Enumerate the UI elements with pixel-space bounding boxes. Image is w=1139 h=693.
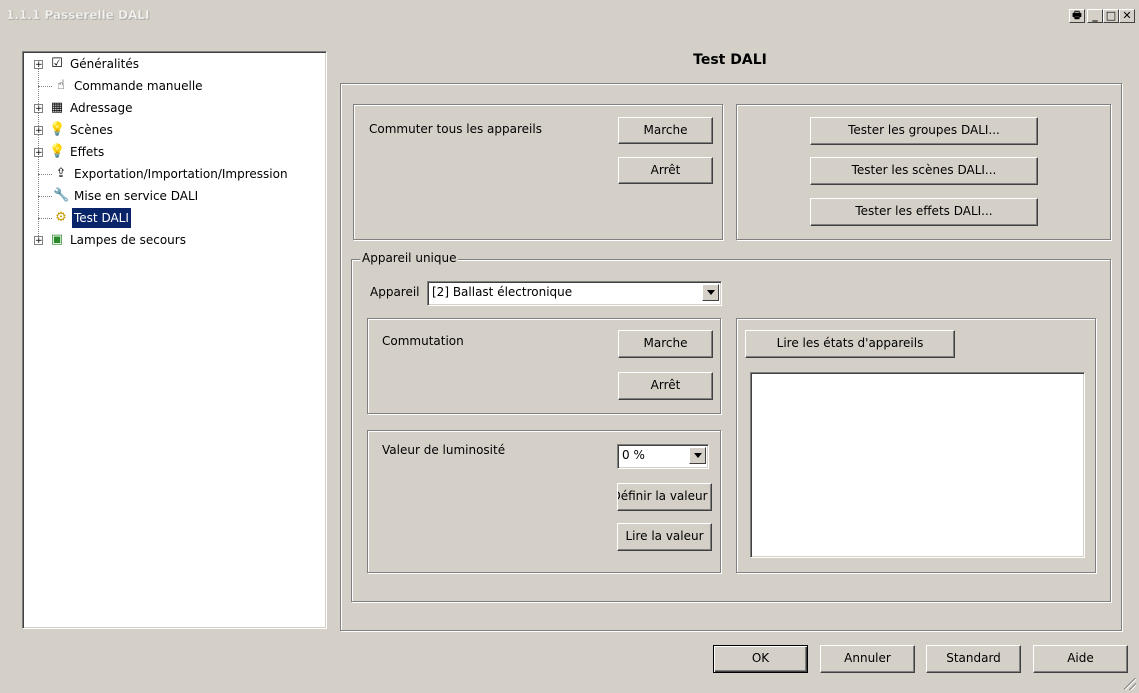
resize-grip-icon[interactable] <box>1124 678 1136 690</box>
expand-icon[interactable]: + <box>34 236 43 246</box>
read-value-button[interactable]: Lire la valeur <box>617 523 712 551</box>
switching-label: Commutation <box>382 334 464 348</box>
expand-icon[interactable]: + <box>34 104 43 114</box>
cancel-button[interactable]: Annuler <box>820 645 915 673</box>
all-off-button[interactable]: Arrêt <box>618 157 713 184</box>
minimize-button[interactable]: _ <box>1087 9 1103 23</box>
grid-icon: ▦ <box>50 100 64 115</box>
bulb-icon: 💡 <box>49 122 66 137</box>
standard-button[interactable]: Standard <box>926 645 1021 673</box>
brightness-select[interactable]: 0 % <box>617 444 709 469</box>
device-off-button[interactable]: Arrêt <box>618 372 713 400</box>
window-title: 1.1.1 Passerelle DALI <box>6 8 150 22</box>
test-groups-button[interactable]: Tester les groupes DALI... <box>810 117 1038 145</box>
single-device-legend: Appareil unique <box>360 251 459 265</box>
checklist-icon: ☑ <box>51 56 63 71</box>
navigation-tree[interactable]: + ☑ Généralités ☝ Commande manuelle + ▦ … <box>22 51 327 629</box>
page-title: Test DALI <box>693 52 767 68</box>
print-icon[interactable]: 🖶 <box>1069 9 1085 23</box>
brightness-label: Valeur de luminosité <box>382 443 506 457</box>
expand-icon[interactable]: + <box>34 60 43 70</box>
device-select[interactable]: [2] Ballast électronique <box>427 281 722 306</box>
set-value-button[interactable]: Définir la valeur <box>617 483 712 511</box>
gear-icon: ⚙ <box>55 210 67 225</box>
maximize-button[interactable]: □ <box>1103 9 1119 23</box>
emergency-lamp-icon: ▣ <box>50 232 64 247</box>
device-states-list[interactable] <box>750 372 1085 558</box>
expand-icon[interactable]: + <box>34 126 43 136</box>
all-devices-label: Commuter tous les appareils <box>369 122 542 136</box>
hand-icon: ☝ <box>57 78 65 93</box>
chevron-down-icon[interactable] <box>702 284 719 301</box>
test-scenes-button[interactable]: Tester les scènes DALI... <box>810 157 1038 185</box>
all-on-button[interactable]: Marche <box>618 117 713 144</box>
expand-icon[interactable]: + <box>34 148 43 158</box>
bulb-icon: 💡 <box>49 144 66 159</box>
device-label: Appareil <box>370 285 420 299</box>
read-states-button[interactable]: Lire les états d'appareils <box>745 330 955 358</box>
close-button[interactable]: ✕ <box>1119 9 1135 23</box>
device-on-button[interactable]: Marche <box>618 330 713 358</box>
help-button[interactable]: Aide <box>1033 645 1128 673</box>
wrench-icon: 🔧 <box>53 188 70 203</box>
export-icon: ⇪ <box>55 166 67 181</box>
chevron-down-icon[interactable] <box>689 447 706 464</box>
test-effects-button[interactable]: Tester les effets DALI... <box>810 198 1038 226</box>
ok-button[interactable]: OK <box>713 645 808 673</box>
title-bar: 1.1.1 Passerelle DALI 🖶 _ □ ✕ <box>2 2 1137 30</box>
